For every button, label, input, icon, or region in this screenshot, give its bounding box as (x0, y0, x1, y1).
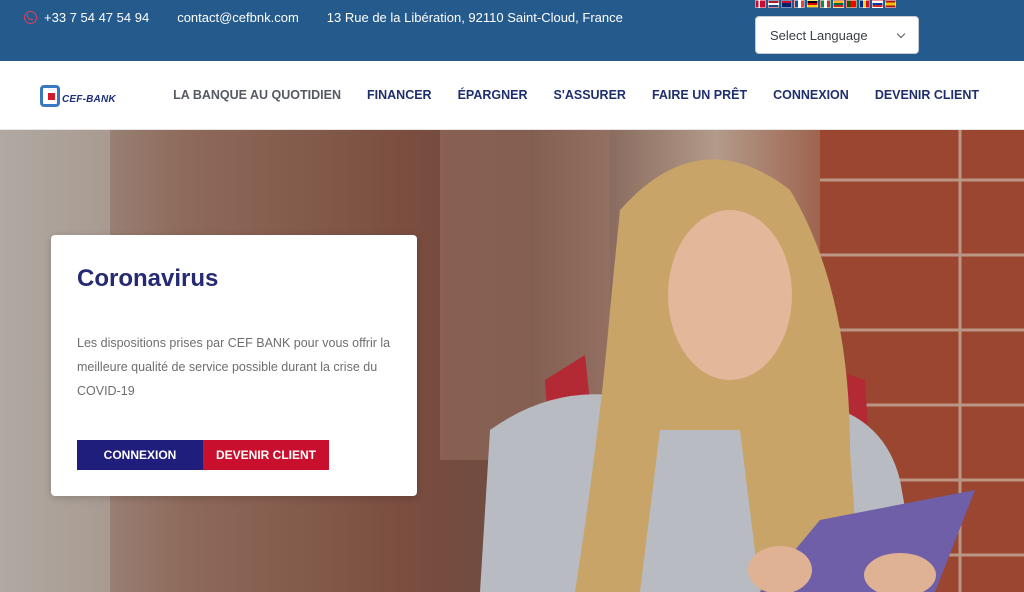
street-address: 13 Rue de la Libération, 92110 Saint-Clo… (326, 10, 623, 25)
whatsapp-phone-icon (24, 11, 37, 24)
nav-item-faire-un-pret[interactable]: FAIRE UN PRÊT (652, 88, 747, 102)
flag-romania-icon[interactable] (859, 0, 870, 8)
flag-denmark-icon[interactable] (755, 0, 766, 8)
nav-item-epargner[interactable]: ÉPARGNER (458, 88, 528, 102)
phone-number[interactable]: +33 7 54 47 54 94 (44, 10, 149, 25)
nav-item-devenir-client[interactable]: DEVENIR CLIENT (875, 88, 979, 102)
flag-netherlands-icon[interactable] (768, 0, 779, 8)
flag-germany-icon[interactable] (807, 0, 818, 8)
nav-item-banque-au-quotidien[interactable]: LA BANQUE AU QUOTIDIEN (173, 88, 341, 102)
devenir-client-button[interactable]: DEVENIR CLIENT (203, 440, 329, 470)
email-address[interactable]: contact@cefbnk.com (177, 10, 299, 25)
card-description: Les dispositions prises par CEF BANK pou… (77, 336, 391, 398)
main-navigation: LA BANQUE AU QUOTIDIEN FINANCER ÉPARGNER… (173, 88, 979, 102)
flag-lithuania-icon[interactable] (833, 0, 844, 8)
cef-bank-logo-icon (40, 85, 60, 107)
flag-portugal-icon[interactable] (846, 0, 857, 8)
language-select-value: Select Language (770, 27, 868, 43)
nav-item-sassurer[interactable]: S'ASSURER (554, 88, 626, 102)
card-actions: CONNEXION DEVENIR CLIENT (77, 440, 329, 470)
chevron-down-icon (896, 29, 906, 38)
flag-uk-icon[interactable] (781, 0, 792, 8)
nav-item-connexion[interactable]: CONNEXION (773, 88, 849, 102)
logo[interactable]: CEF-BANK (40, 85, 116, 107)
flag-russia-icon[interactable] (872, 0, 883, 8)
language-select[interactable]: Select Language (755, 16, 919, 54)
flag-italy-icon[interactable] (820, 0, 831, 8)
connexion-button[interactable]: CONNEXION (77, 440, 203, 470)
flag-france-icon[interactable] (794, 0, 805, 8)
hero-banner: Coronavirus Les dispositions prises par … (0, 130, 1024, 592)
top-bar: +33 7 54 47 54 94 contact@cefbnk.com 13 … (0, 0, 1024, 61)
nav-item-financer[interactable]: FINANCER (367, 88, 432, 102)
language-flags (755, 0, 896, 8)
contact-info: +33 7 54 47 54 94 contact@cefbnk.com 13 … (24, 10, 651, 25)
card-title: Coronavirus (77, 265, 219, 292)
coronavirus-info-card: Coronavirus Les dispositions prises par … (51, 235, 417, 496)
flag-spain-icon[interactable] (885, 0, 896, 8)
logo-text: CEF-BANK (62, 93, 116, 105)
main-header: CEF-BANK LA BANQUE AU QUOTIDIEN FINANCER… (0, 61, 1024, 130)
